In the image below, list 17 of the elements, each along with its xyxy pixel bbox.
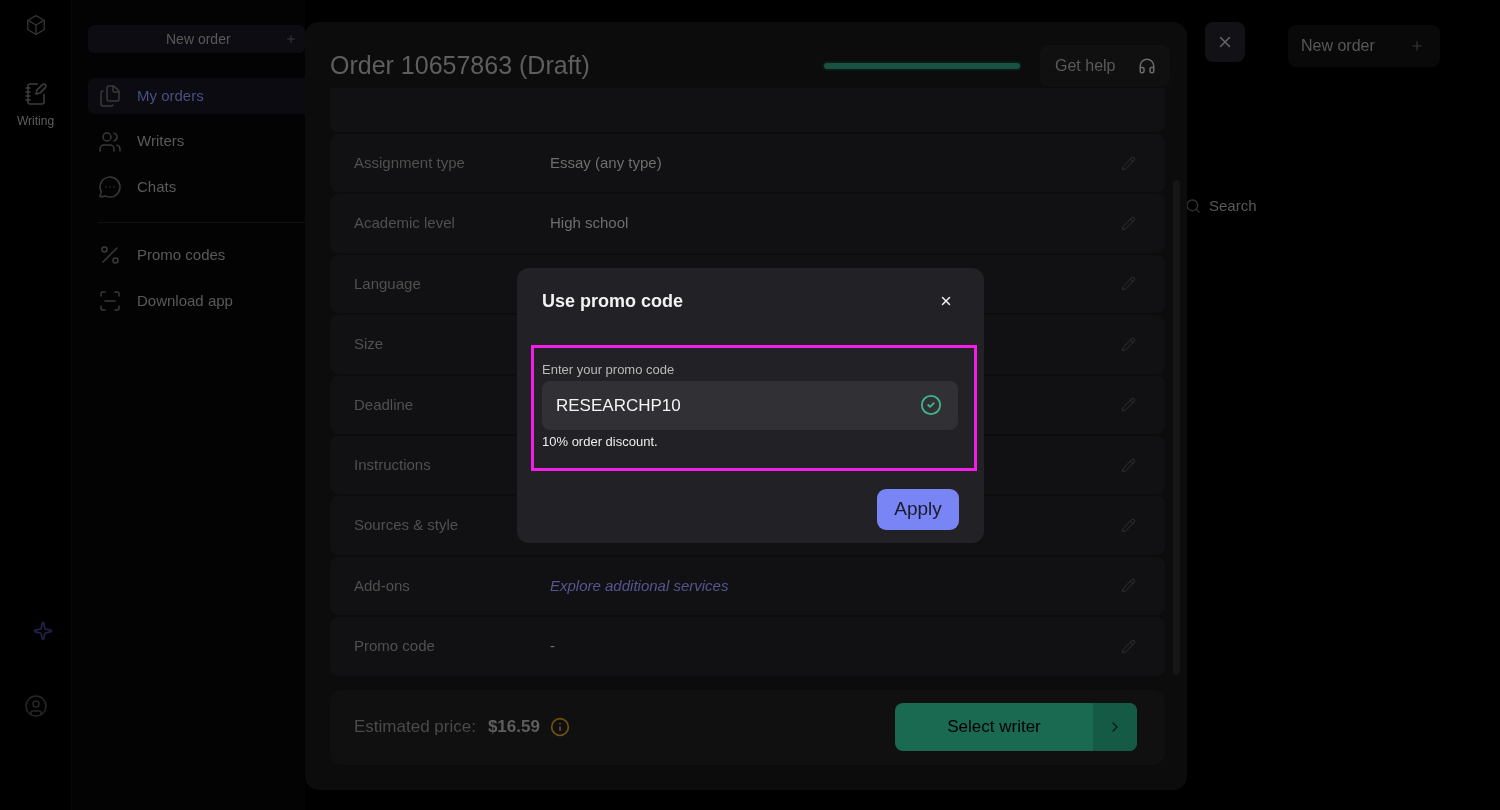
field-value: - xyxy=(550,636,555,657)
dialog-title: Use promo code xyxy=(542,289,684,313)
price-value: $16.59 xyxy=(487,716,540,739)
field-label: Promo code xyxy=(354,636,436,657)
field-label: Assignment type xyxy=(354,152,466,173)
field-value: High school xyxy=(550,213,629,234)
field-label: Sources & style xyxy=(354,515,460,536)
field-label: Enter your promo code xyxy=(542,362,676,378)
order-title: Order 10657863 (Draft) xyxy=(330,50,590,82)
field-value: Essay (any type) xyxy=(550,152,662,173)
field-label: Add-ons xyxy=(354,575,411,596)
price-label: Estimated price: xyxy=(354,716,476,739)
field-label: Size xyxy=(354,334,385,355)
field-label: Academic level xyxy=(354,213,456,234)
field-label: Instructions xyxy=(354,454,432,475)
field-label: Deadline xyxy=(354,394,415,415)
discount-message: 10% order discount. xyxy=(542,434,659,450)
